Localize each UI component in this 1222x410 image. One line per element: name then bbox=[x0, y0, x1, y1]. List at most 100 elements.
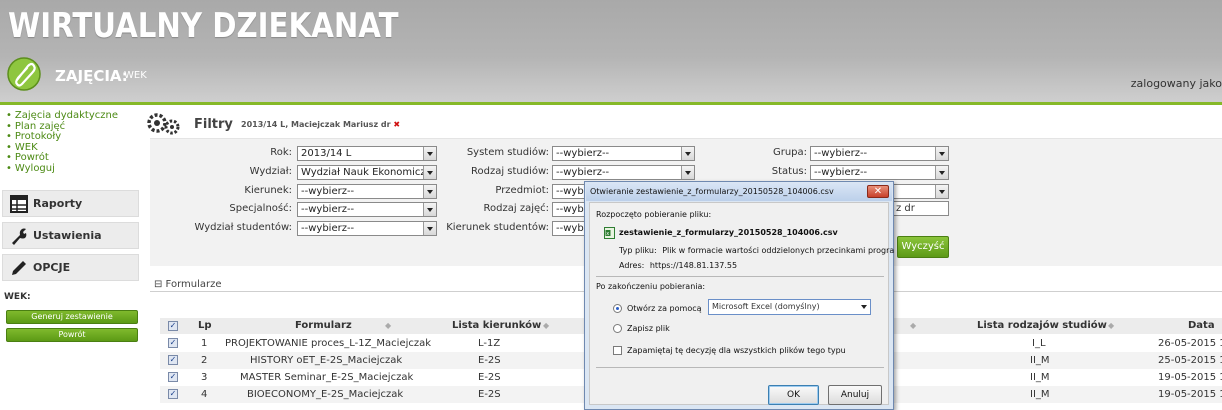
row-rodzaj: II_M bbox=[1030, 372, 1050, 383]
row-kierunek: E-2S bbox=[478, 372, 501, 383]
row-lp: 1 bbox=[201, 338, 208, 349]
row-formularz: BIOECONOMY_E-2S_Maciejczak bbox=[247, 389, 404, 400]
third-select[interactable] bbox=[892, 184, 949, 199]
rodzaj-zajec-select-value: --wybi bbox=[556, 204, 587, 215]
settings-button[interactable]: Ustawienia bbox=[2, 222, 139, 249]
application-select[interactable]: Microsoft Excel (domyślny) bbox=[708, 299, 871, 315]
row-checkbox[interactable]: ✓ bbox=[168, 338, 178, 348]
row-checkbox[interactable]: ✓ bbox=[168, 389, 178, 399]
row-data: 19-05-2015 1 bbox=[1158, 372, 1222, 383]
pencil-icon bbox=[12, 260, 26, 275]
status-select[interactable]: --wybierz-- bbox=[810, 165, 949, 180]
reports-button-label: Raporty bbox=[33, 197, 83, 210]
row-rodzaj: I_L bbox=[1032, 338, 1046, 349]
filters-subtitle-text: 2013/14 L, Maciejczak Mariusz dr bbox=[241, 120, 391, 129]
address-row: Adres: https://148.81.137.55 bbox=[619, 261, 737, 270]
wydzial-label: Wydział: bbox=[249, 166, 292, 177]
specjalnosc-label: Specjalność: bbox=[229, 203, 292, 214]
dialog-filename: zestawienie_z_formularzy_20150528_104006… bbox=[619, 228, 838, 237]
grupa-select-value: --wybierz-- bbox=[814, 148, 868, 159]
nav-item-wyloguj[interactable]: Wyloguj bbox=[6, 163, 118, 175]
chevron-down-icon bbox=[935, 147, 948, 160]
table-icon bbox=[10, 194, 28, 213]
section-subtitle: WEK bbox=[124, 70, 147, 81]
dialog-divider-bottom bbox=[596, 367, 884, 368]
kierunek-studentow-select-value: --wybi bbox=[556, 223, 587, 234]
save-file-label[interactable]: Zapisz plik bbox=[627, 324, 670, 333]
row-lp: 2 bbox=[201, 355, 208, 366]
ok-button[interactable]: OK bbox=[768, 385, 819, 405]
chevron-down-icon bbox=[935, 185, 948, 198]
row-checkbox[interactable]: ✓ bbox=[168, 355, 178, 365]
specjalnosc-select-value: --wybierz-- bbox=[301, 204, 355, 215]
sort-icon[interactable]: ◆ bbox=[910, 318, 916, 334]
remember-checkbox[interactable] bbox=[613, 346, 622, 355]
chevron-down-icon bbox=[423, 166, 436, 179]
filters-subtitle: 2013/14 L, Maciejczak Mariusz dr ✖ bbox=[241, 120, 400, 129]
header-kierunki[interactable]: Lista kierunków bbox=[452, 318, 541, 334]
rodzaj-studiow-select[interactable]: --wybierz-- bbox=[552, 165, 695, 180]
sort-icon[interactable]: ◆ bbox=[385, 318, 391, 334]
dialog-intro: Rozpoczęto pobieranie pliku: bbox=[596, 210, 712, 219]
row-lp: 4 bbox=[201, 389, 208, 400]
dialog-body: Rozpoczęto pobieranie pliku: x zestawien… bbox=[589, 202, 894, 405]
clear-filters-button[interactable]: Wyczyść bbox=[897, 236, 949, 258]
system-select[interactable]: --wybierz-- bbox=[552, 146, 695, 161]
nav-item-powrot[interactable]: Powrót bbox=[6, 152, 118, 164]
reports-button[interactable]: Raporty bbox=[2, 190, 139, 217]
row-formularz: PROJEKTOWANIE proces_L-1Z_Maciejczak bbox=[225, 338, 432, 349]
section-title: ZAJĘCIA: bbox=[55, 67, 128, 85]
row-data: 19-05-2015 1 bbox=[1158, 389, 1222, 400]
chevron-down-icon bbox=[423, 147, 436, 160]
nav-item-zajecia[interactable]: Zajęcia dydaktyczne bbox=[6, 110, 118, 122]
open-with-radio[interactable] bbox=[613, 304, 622, 313]
select-all-checkbox[interactable]: ✓ bbox=[168, 321, 178, 331]
dialog-title: Otwieranie zestawienie_z_formularzy_2015… bbox=[586, 183, 892, 201]
clear-filter-x-icon[interactable]: ✖ bbox=[393, 120, 400, 129]
rodzaj-studiow-select-value: --wybierz-- bbox=[556, 167, 610, 178]
prowadzacy-input[interactable]: z dr bbox=[892, 201, 949, 216]
przedmiot-label: Przedmiot: bbox=[495, 185, 549, 196]
save-file-radio[interactable] bbox=[613, 324, 622, 333]
address-value: https://148.81.137.55 bbox=[649, 261, 738, 270]
rok-select[interactable]: 2013/14 L bbox=[297, 146, 437, 161]
back-button[interactable]: Powrót bbox=[6, 328, 138, 342]
generate-report-button[interactable]: Generuj zestawienie bbox=[6, 310, 138, 324]
grupa-label: Grupa: bbox=[772, 147, 807, 158]
wydzial-studentow-select[interactable]: --wybierz-- bbox=[297, 221, 437, 236]
forms-section-toggle[interactable]: ⊟ Formularze bbox=[154, 279, 222, 290]
row-formularz: MASTER Seminar_E-2S_Maciejczak bbox=[240, 372, 414, 383]
sort-icon[interactable]: ◆ bbox=[543, 318, 549, 334]
application-select-value: Microsoft Excel (domyślny) bbox=[712, 302, 820, 311]
row-lp: 3 bbox=[201, 372, 208, 383]
cancel-button[interactable]: Anuluj bbox=[828, 385, 882, 405]
grupa-select[interactable]: --wybierz-- bbox=[810, 146, 949, 161]
status-select-value: --wybierz-- bbox=[814, 167, 868, 178]
close-icon[interactable]: ✕ bbox=[867, 185, 889, 198]
wydzial-select[interactable]: Wydział Nauk Ekonomicznych bbox=[297, 165, 437, 180]
header-divider bbox=[0, 102, 1222, 105]
file-type-value: Plik w formacie wartości oddzielonych pr… bbox=[662, 246, 895, 255]
nav-item-protokoly[interactable]: Protokoły bbox=[6, 131, 118, 143]
options-button-label: OPCJE bbox=[33, 261, 71, 274]
chevron-down-icon bbox=[423, 185, 436, 198]
open-with-label[interactable]: Otwórz za pomocą bbox=[627, 304, 702, 313]
sidebar-nav: Zajęcia dydaktyczne Plan zajęć Protokoły… bbox=[6, 110, 118, 175]
options-button[interactable]: OPCJE bbox=[2, 254, 139, 281]
status-label: Status: bbox=[771, 166, 807, 177]
row-kierunek: L-1Z bbox=[478, 338, 501, 349]
header-lp[interactable]: Lp bbox=[198, 318, 212, 334]
header-rodzaje[interactable]: Lista rodzajów studiów bbox=[977, 318, 1107, 334]
header-formularz[interactable]: Formularz bbox=[295, 318, 352, 334]
header-data[interactable]: Data bbox=[1188, 318, 1215, 334]
specjalnosc-select[interactable]: --wybierz-- bbox=[297, 202, 437, 217]
kierunek-select[interactable]: --wybierz-- bbox=[297, 184, 437, 199]
chevron-down-icon bbox=[861, 305, 867, 309]
wydzial-studentow-select-value: --wybierz-- bbox=[301, 223, 355, 234]
svg-text:x: x bbox=[606, 231, 609, 237]
download-dialog: Otwieranie zestawienie_z_formularzy_2015… bbox=[584, 181, 894, 410]
remember-label[interactable]: Zapamiętaj tę decyzję dla wszystkich pli… bbox=[627, 346, 846, 355]
sort-icon[interactable]: ◆ bbox=[1108, 318, 1114, 334]
przedmiot-select-value: --wybi bbox=[556, 186, 587, 197]
row-checkbox[interactable]: ✓ bbox=[168, 372, 178, 382]
